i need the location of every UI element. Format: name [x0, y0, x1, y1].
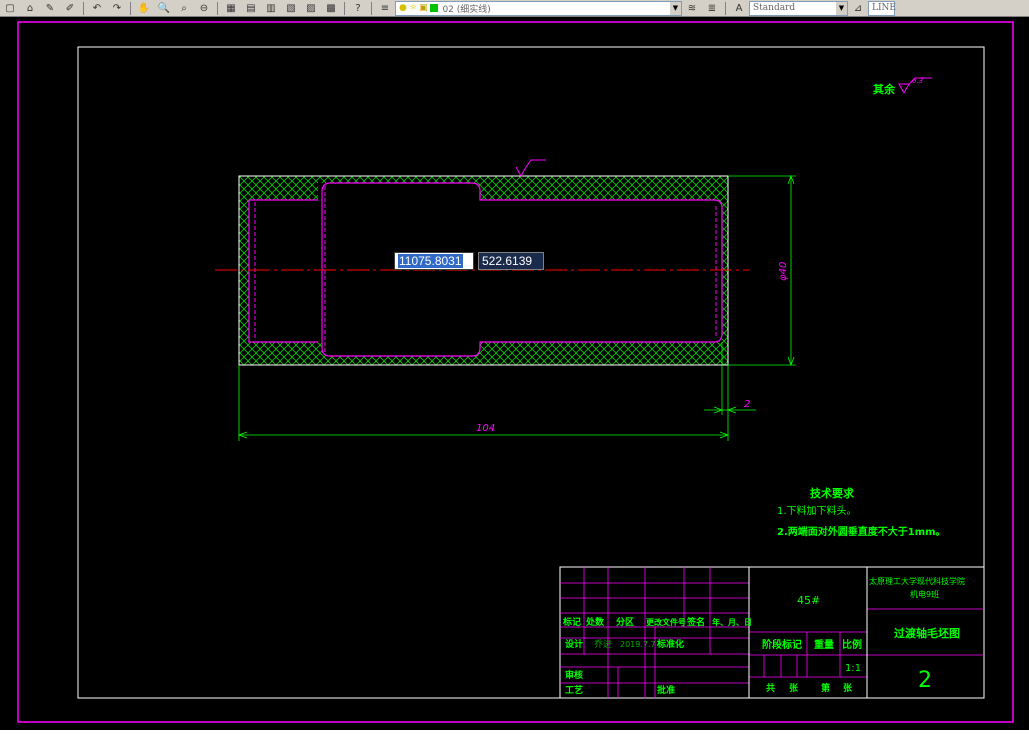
designer-name: 乔进 [594, 638, 612, 650]
roughness-note: 其余 [873, 82, 896, 96]
approve-label: 批准 [657, 684, 675, 696]
craft-label: 工艺 [565, 684, 583, 696]
drawing-area[interactable]: 其余 6.3 φ40 104 2 技术要求 1.下料加下料头。 2.两端面对外圆… [0, 17, 1029, 730]
title-block: 45# 太原理工大学现代科技学院 机电9班 过渡轴毛坯图 2 标记 处数 分区 … [559, 566, 985, 699]
layer-previous-icon[interactable]: ≣ [703, 1, 721, 15]
calculator-icon[interactable]: ▩ [322, 1, 340, 15]
new-icon[interactable]: ▢ [1, 1, 19, 15]
tech-req-title: 技术要求 [810, 486, 855, 500]
properties-icon[interactable]: ▦ [222, 1, 240, 15]
text-style-icon[interactable]: A [730, 1, 748, 15]
roughness-value: 6.3 [912, 77, 923, 85]
design-label: 设计 [565, 638, 583, 650]
text-style-value: Standard [753, 3, 796, 13]
sheet-border [17, 21, 1014, 723]
command-line[interactable] [0, 730, 1029, 734]
weight-label: 重量 [814, 638, 834, 651]
design-date: 2019.7.7 [620, 640, 656, 649]
drawing-name: 过渡轴毛坯图 [894, 626, 960, 640]
sun-icon: ☼ [408, 3, 417, 13]
zoom-previous-icon[interactable]: ⊖ [195, 1, 213, 15]
layer-dropdown[interactable]: ● ☼ ▣ 02 (细实线) ▼ [395, 0, 682, 16]
zoom-realtime-icon[interactable]: 🔍 [155, 1, 173, 15]
layer-manager-icon[interactable]: ≡ [376, 1, 394, 15]
separator [217, 1, 218, 15]
lock-icon: ▣ [418, 3, 428, 13]
dynamic-input-y[interactable]: 522.6139 [478, 252, 544, 270]
small-dimension: 2 [744, 399, 750, 410]
roughness-symbol-top [515, 159, 546, 178]
dim-style-dropdown[interactable]: LINE [868, 0, 896, 16]
cad-canvas: 其余 6.3 φ40 104 2 技术要求 1.下料加下料头。 2.两端面对外圆… [17, 21, 1014, 723]
sheet-no-unit: 张 [843, 682, 853, 694]
pan-icon[interactable]: ✋ [135, 1, 153, 15]
design-center-icon[interactable]: ▤ [242, 1, 260, 15]
separator [83, 1, 84, 15]
length-dimension: 104 [476, 423, 495, 434]
header-signature: 签名 [686, 616, 705, 628]
separator [344, 1, 345, 15]
material: 45# [797, 594, 820, 607]
review-label: 审核 [565, 669, 583, 681]
toolbar: ▢ ⌂ ✎ ✐ ↶ ↷ ✋ 🔍 ⌕ ⊖ ▦ ▤ ▥ ▧ ▨ ▩ ? ≡ ● ☼ … [0, 0, 1029, 17]
header-count: 处数 [585, 616, 605, 628]
tool-palettes-icon[interactable]: ▥ [262, 1, 280, 15]
layer-color-icon [430, 4, 439, 12]
sheet-no-label: 第 [821, 682, 830, 694]
header-zone: 分区 [616, 616, 634, 628]
separator [371, 1, 372, 15]
sheet-set-icon[interactable]: ▧ [282, 1, 300, 15]
layer-name: 02 (细实线) [442, 4, 491, 15]
total-sheets-label: 共 [766, 682, 775, 694]
dynamic-input-x-value: 11075.8031 [398, 254, 463, 268]
class-name: 机电9班 [910, 589, 939, 599]
stage-label: 阶段标记 [762, 638, 802, 651]
lightbulb-icon: ● [399, 3, 407, 13]
make-layer-current-icon[interactable]: ≋ [683, 1, 701, 15]
school-name: 太原理工大学现代科技学院 [869, 576, 965, 586]
chevron-down-icon[interactable]: ▼ [670, 1, 681, 15]
markup-icon[interactable]: ▨ [302, 1, 320, 15]
dimension-style-icon[interactable]: ⊿ [849, 1, 867, 15]
match-properties-icon[interactable]: ✐ [61, 1, 79, 15]
undo-icon[interactable]: ↶ [88, 1, 106, 15]
separator [130, 1, 131, 15]
diameter-dimension: φ40 [778, 262, 789, 281]
separator [725, 1, 726, 15]
zoom-window-icon[interactable]: ⌕ [175, 1, 193, 15]
standardize-label: 标准化 [656, 638, 684, 650]
drawing-number: 2 [918, 668, 932, 693]
drawing-frame [77, 46, 985, 699]
scale-value: 1:1 [845, 663, 861, 674]
header-date: 年、月、日 [712, 617, 752, 627]
header-change-doc: 更改文件号 [646, 617, 686, 627]
text-style-dropdown[interactable]: Standard ▼ [749, 0, 848, 16]
ratio-label: 比例 [842, 638, 862, 651]
chevron-down-icon[interactable]: ▼ [836, 1, 847, 15]
tech-req-line1: 1.下料加下料头。 [777, 504, 857, 517]
pencil-icon[interactable]: ✎ [41, 1, 59, 15]
total-sheets-unit: 张 [789, 682, 799, 694]
help-icon[interactable]: ? [349, 1, 367, 15]
linetype-value: LINE [872, 3, 896, 13]
dynamic-input-x[interactable]: 11075.8031 [394, 252, 474, 270]
tech-req-line2: 2.两端面对外圆垂直度不大于1mm。 [777, 525, 946, 538]
redo-icon[interactable]: ↷ [108, 1, 126, 15]
open-icon[interactable]: ⌂ [21, 1, 39, 15]
dynamic-input-y-value: 522.6139 [482, 254, 533, 268]
header-mark: 标记 [562, 616, 581, 628]
